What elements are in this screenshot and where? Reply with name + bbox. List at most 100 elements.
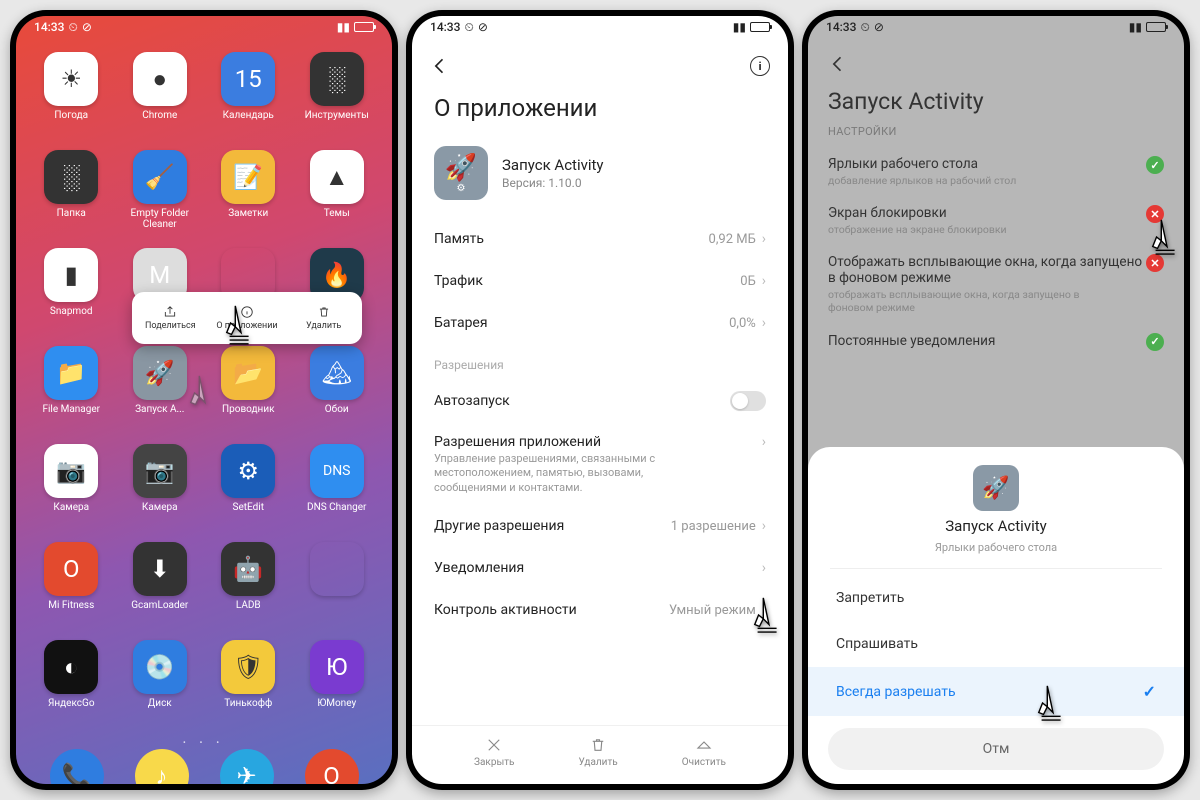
app-label: Empty Folder Cleaner [121,208,199,230]
row-app-permissions[interactable]: Разрешения приложений Управление разреше… [412,424,788,505]
permission-row[interactable]: Экран блокировкиотображение на экране бл… [828,197,1164,246]
app-яндексgo[interactable]: ◐ЯндексGo [30,640,113,736]
app-календарь[interactable]: 15Календарь [207,52,290,148]
alarm-icon: ⏲ [464,20,473,35]
app-инструменты[interactable]: ░Инструменты [296,52,379,148]
app-label: Проводник [222,404,275,415]
check-icon: ✓ [1143,682,1156,701]
app-blank [296,542,379,638]
statusbar: 14:33 ⏲ ⊘ ▮▮ [16,16,392,38]
app-icon: 🛡 [221,640,275,694]
popup-delete[interactable]: Удалить [285,292,362,344]
app-icon: Ю [310,640,364,694]
app-icon: ⚙ [221,444,275,498]
app-icon: 📷 [44,444,98,498]
popup-share[interactable]: Поделиться [132,292,209,344]
dnd-icon: ⊘ [874,20,884,34]
app-диск[interactable]: 💿Диск [119,640,202,736]
app-темы[interactable]: ▲ Темы [296,150,379,246]
app-тинькофф[interactable]: 🛡 Тинькофф [207,640,290,736]
permission-row[interactable]: Постоянные уведомления ✓ [828,325,1164,361]
app-label: LADB [236,600,261,611]
permission-row[interactable]: Ярлыки рабочего столадобавление ярлыков … [828,148,1164,197]
app-label: Обои [325,404,349,415]
autostart-toggle[interactable] [730,391,766,411]
row-notifications[interactable]: Уведомления › [412,547,788,589]
cursor-icon [1034,684,1072,726]
row-other-permissions[interactable]: Другие разрешения 1 разрешение› [412,505,788,547]
sheet-permission-name: Ярлыки рабочего стола [935,541,1057,554]
dock-app[interactable]: O [305,749,359,784]
phone-app-info: 14:33 ⏲ ⊘ ▮▮ i О приложении 🚀⚙ Запуск Ac… [406,10,794,790]
action-close[interactable]: Закрыть [474,736,514,768]
app-label: Запуск A... [135,404,184,415]
status-time: 14:33 [34,20,64,34]
app-icon: DNS [310,444,364,498]
app-file-manager[interactable]: 📁 File Manager [30,346,113,442]
permission-row[interactable]: Отображать всплывающие окна, когда запущ… [828,246,1164,324]
app-label: Snapmod [50,306,93,317]
alarm-icon: ⏲ [68,20,77,35]
app-label: Календарь [223,110,274,121]
app-icon: 🏔 [310,346,364,400]
allowed-icon: ✓ [1146,333,1164,351]
option-deny[interactable]: Запретить [808,575,1184,621]
cursor-icon [186,374,224,416]
app-папка[interactable]: ░Папка [30,150,113,246]
app-обои[interactable]: 🏔 Обои [296,346,379,442]
app-icon: 📷 [133,444,187,498]
app-камера[interactable]: 📷 Камера [119,444,202,540]
app-icon: 🚀⚙ [434,146,488,200]
app-icon: ░ [44,150,98,204]
app-icon: 📁 [44,346,98,400]
row-battery[interactable]: Батарея 0,0%› [412,302,788,344]
app-dns-changer[interactable]: DNSDNS Changer [296,444,379,540]
app-label: Камера [142,502,178,513]
option-always-allow[interactable]: Всегда разрешать ✓ [808,667,1184,716]
dock-app[interactable]: 📞 [50,749,104,784]
back-icon[interactable] [828,54,848,74]
app-mi-fitness[interactable]: OMi Fitness [30,542,113,638]
app-snapmod[interactable]: ▮Snapmod [30,248,113,344]
app-заметки[interactable]: 📝Заметки [207,150,290,246]
cursor-icon [1148,218,1184,260]
app-name: Запуск Activity [502,156,604,174]
page-indicator: • • • [16,736,392,749]
app-empty-folder-cleaner[interactable]: 🧹Empty Folder Cleaner [119,150,202,246]
battery-icon [750,22,770,32]
app-icon: 📂 [221,346,275,400]
option-ask[interactable]: Спрашивать [808,621,1184,667]
dock-app[interactable]: ♪ [135,749,189,784]
row-autostart[interactable]: Автозапуск [412,378,788,424]
app-label: File Manager [42,404,100,415]
cancel-button[interactable]: Отм [828,728,1164,770]
app-icon: ▲ [310,150,364,204]
app-камера[interactable]: 📷Камера [30,444,113,540]
app-gcamloader[interactable]: ⬇GcamLoader [119,542,202,638]
app-label: ЮМoney [317,698,356,709]
dock-app[interactable]: ✈ [220,749,274,784]
app-setedit[interactable]: ⚙ SetEdit [207,444,290,540]
back-icon[interactable] [430,56,450,76]
battery-icon [1146,22,1166,32]
app-label: Темы [324,208,350,219]
row-traffic[interactable]: Трафик 0Б› [412,260,788,302]
row-memory[interactable]: Память 0,92 МБ› [412,218,788,260]
app-ladb[interactable]: 🤖LADB [207,542,290,638]
app-chrome[interactable]: ●Chrome [119,52,202,148]
signal-icon: ▮▮ [1129,20,1142,34]
allowed-icon: ✓ [1146,156,1164,174]
action-clear[interactable]: Очистить [682,736,726,768]
info-icon[interactable]: i [750,56,770,76]
app-label: SetEdit [233,502,264,513]
app-погода[interactable]: ☀Погода [30,52,113,148]
app-юмoney[interactable]: Ю ЮМoney [296,640,379,736]
app-icon: ● [133,52,187,106]
app-icon [310,542,364,596]
app-icon: ░ [310,52,364,106]
row-activity-control[interactable]: Контроль активности Умный режим› [412,589,788,631]
app-icon: 🚀 [973,465,1019,511]
action-delete[interactable]: Удалить [579,736,618,768]
sheet-app-name: Запуск Activity [945,517,1047,535]
app-label: Тинькофф [224,698,272,709]
